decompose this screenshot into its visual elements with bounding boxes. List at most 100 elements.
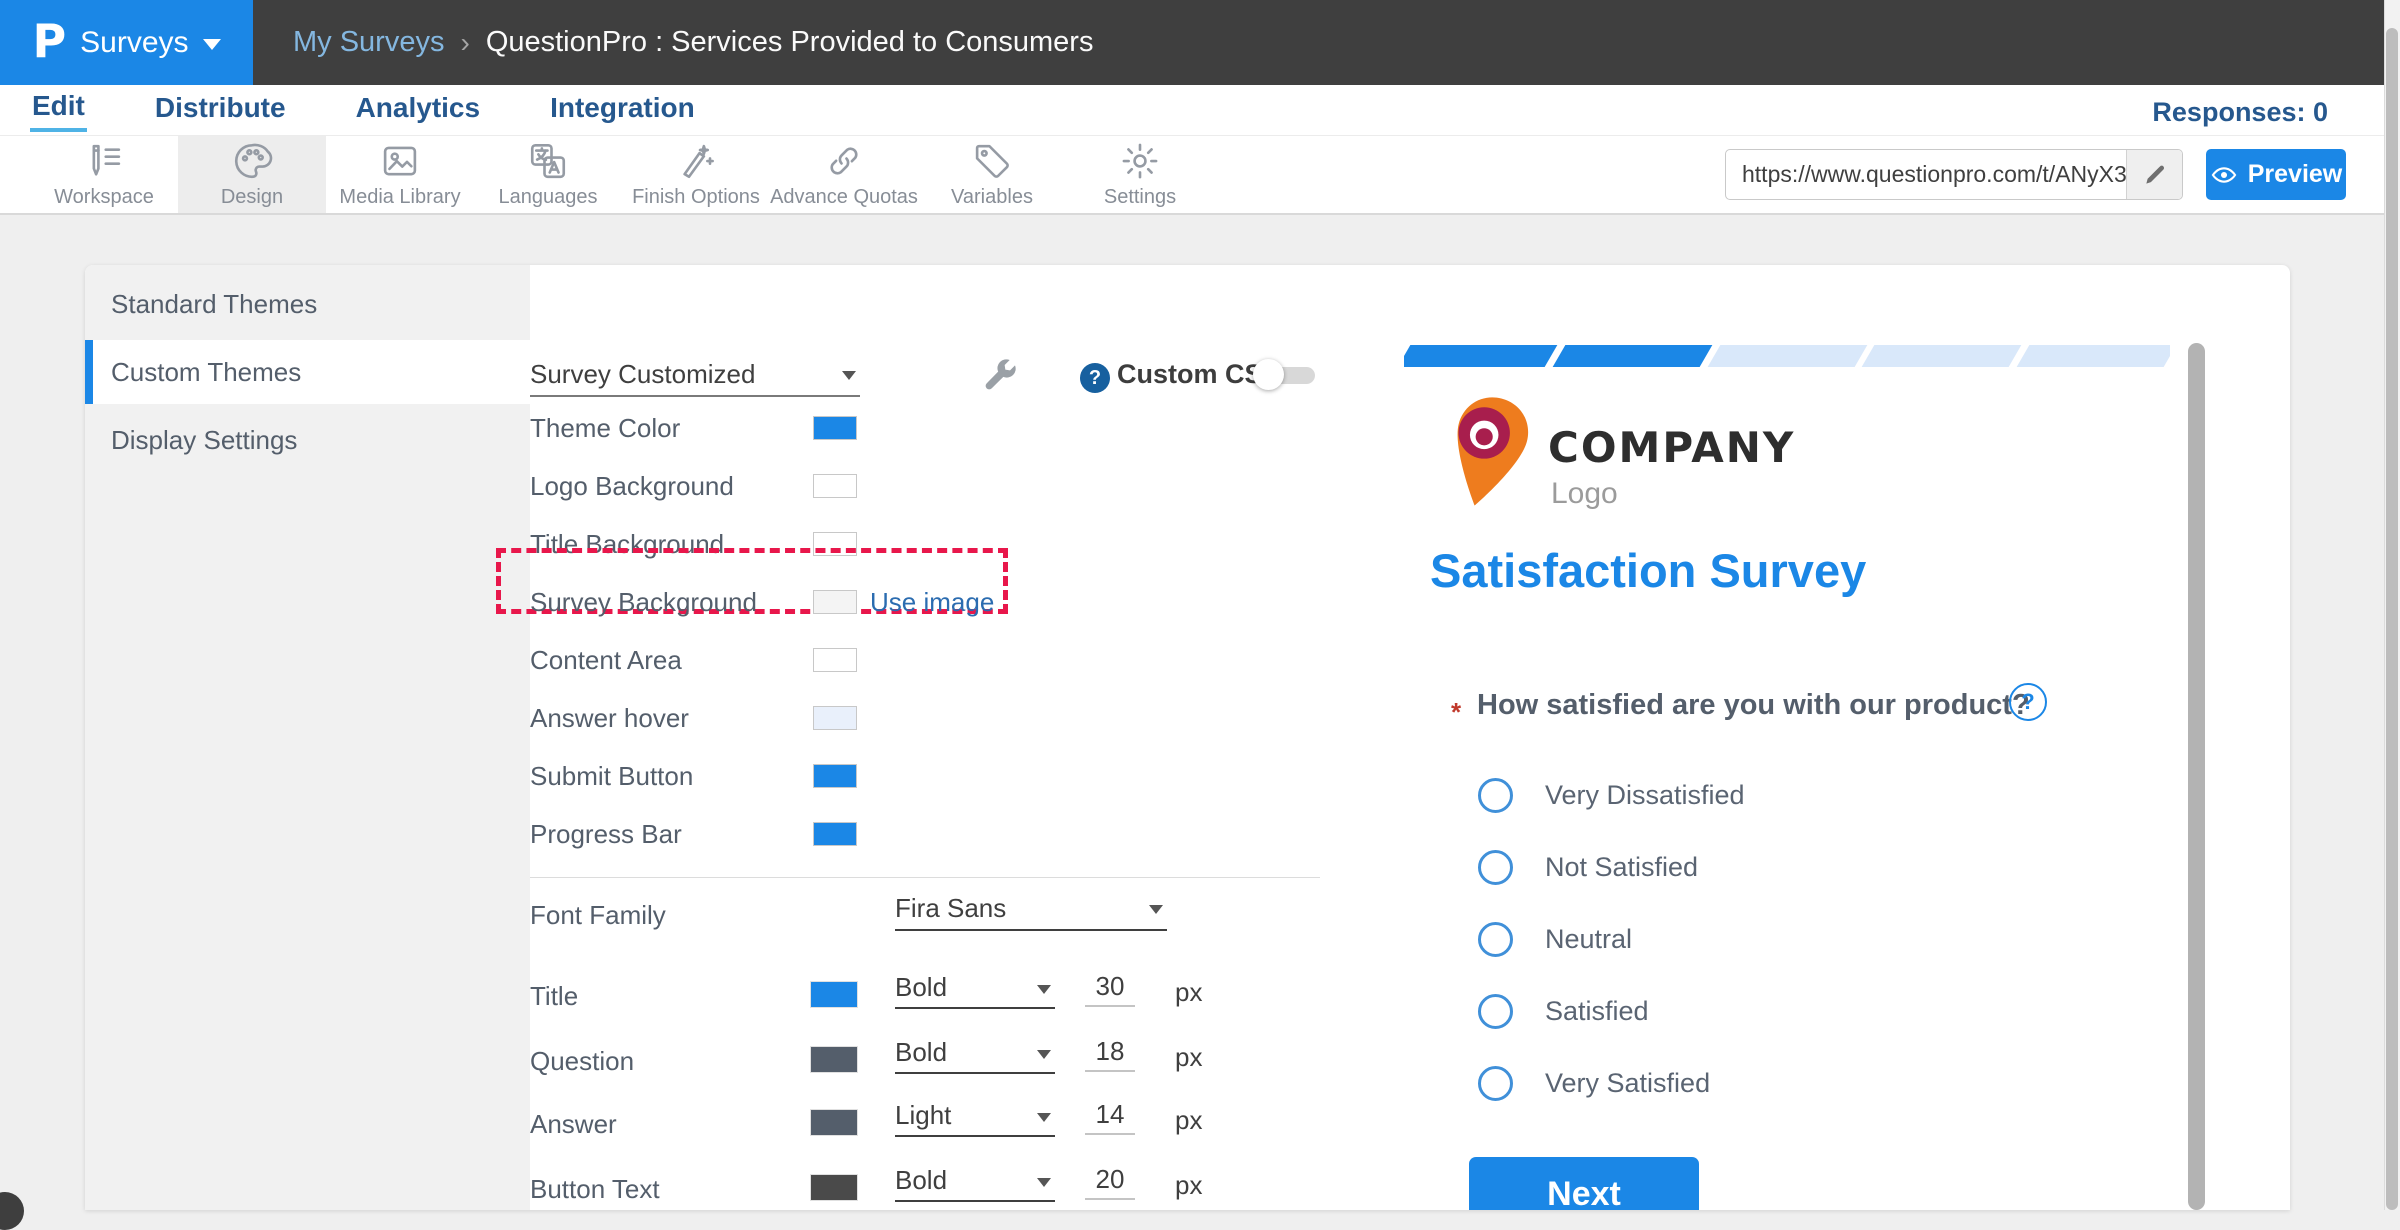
- toolbar-item-design[interactable]: Design: [178, 136, 326, 213]
- row-label-theme-color: Theme Color: [530, 413, 680, 443]
- option-label[interactable]: Satisfied: [1545, 995, 1649, 1027]
- chevron-down-icon: [842, 371, 856, 380]
- question-size-input[interactable]: [1085, 1032, 1135, 1072]
- wrench-icon[interactable]: [980, 355, 1020, 395]
- button-text-size-input[interactable]: [1085, 1160, 1135, 1200]
- radio-neutral[interactable]: [1478, 922, 1513, 957]
- font-family-label: Font Family: [530, 900, 666, 931]
- radio-very-dissatisfied[interactable]: [1478, 778, 1513, 813]
- workspace-icon: [83, 140, 125, 182]
- answer-color-swatch[interactable]: [810, 1109, 858, 1136]
- progress-bar-swatch[interactable]: [813, 822, 857, 846]
- chevron-down-icon: [203, 39, 221, 50]
- button-text-color-swatch[interactable]: [810, 1174, 858, 1201]
- chevron-down-icon: [1037, 1178, 1051, 1187]
- tab-analytics[interactable]: Analytics: [354, 90, 483, 130]
- progress-segment: [2017, 345, 2170, 367]
- theme-select-value: Survey Customized: [530, 359, 755, 390]
- edit-url-button[interactable]: [2126, 150, 2182, 199]
- option-label[interactable]: Neutral: [1545, 923, 1632, 955]
- toolbar-item-variables[interactable]: Variables: [918, 136, 1066, 213]
- title-size-input[interactable]: [1085, 967, 1135, 1007]
- toolbar-item-workspace[interactable]: Workspace: [30, 136, 178, 213]
- company-logo-text: COMPANY: [1548, 423, 1795, 472]
- use-image-link[interactable]: Use image: [870, 587, 994, 617]
- toolbar-label: Workspace: [54, 186, 154, 209]
- required-asterisk: *: [1451, 697, 1461, 728]
- toolbar-label: Media Library: [339, 186, 460, 209]
- custom-css-toggle[interactable]: [1253, 359, 1315, 391]
- translate-icon: [527, 140, 569, 182]
- page-scrollbar-thumb[interactable]: [2386, 28, 2398, 1210]
- chevron-down-icon: [1149, 905, 1163, 914]
- row-label-button-text: Button Text: [530, 1174, 660, 1204]
- design-toolbar: Workspace Design Media Library Languag: [0, 136, 2400, 215]
- submit-button-swatch[interactable]: [813, 764, 857, 788]
- company-logo-subtext: Logo: [1551, 477, 1618, 511]
- breadcrumb-separator-icon: ›: [460, 27, 469, 59]
- radio-very-satisfied[interactable]: [1478, 1066, 1513, 1101]
- magic-wand-icon: [675, 140, 717, 182]
- logo-background-swatch[interactable]: [813, 474, 857, 498]
- tab-integration[interactable]: Integration: [548, 90, 697, 130]
- chat-widget-partial[interactable]: [0, 1192, 24, 1230]
- gear-icon: [1119, 140, 1161, 182]
- toolbar-item-finish-options[interactable]: Finish Options: [622, 136, 770, 213]
- progress-segment: [1552, 345, 1711, 367]
- survey-url-input[interactable]: [1726, 150, 2126, 199]
- breadcrumb-my-surveys[interactable]: My Surveys: [293, 26, 444, 59]
- theme-help-icon[interactable]: ?: [1080, 363, 1110, 393]
- option-label[interactable]: Not Satisfied: [1545, 851, 1698, 883]
- sidebar-item-display-settings[interactable]: Display Settings: [85, 408, 530, 472]
- sidebar-item-custom-themes[interactable]: Custom Themes: [85, 340, 530, 404]
- radio-not-satisfied[interactable]: [1478, 850, 1513, 885]
- theme-color-swatch[interactable]: [813, 416, 857, 440]
- row-label-title: Title: [530, 981, 578, 1011]
- button-text-weight-select[interactable]: Bold: [895, 1160, 1055, 1202]
- radio-satisfied[interactable]: [1478, 994, 1513, 1029]
- title-weight-select[interactable]: Bold: [895, 967, 1055, 1009]
- survey-progress-bar: [1404, 345, 2170, 367]
- toolbar-label: Advance Quotas: [770, 186, 918, 209]
- progress-segment: [1707, 345, 1866, 367]
- answer-hover-swatch[interactable]: [813, 706, 857, 730]
- answer-weight-select[interactable]: Light: [895, 1095, 1055, 1137]
- preview-button[interactable]: Preview: [2206, 149, 2346, 200]
- preview-button-label: Preview: [2248, 160, 2343, 189]
- breadcrumb-current-survey: QuestionPro : Services Provided to Consu…: [486, 26, 1094, 59]
- content-area-swatch[interactable]: [813, 648, 857, 672]
- tab-edit[interactable]: Edit: [30, 88, 87, 132]
- row-label-question: Question: [530, 1046, 634, 1076]
- question-color-swatch[interactable]: [810, 1046, 858, 1073]
- question-weight-select[interactable]: Bold: [895, 1032, 1055, 1074]
- chevron-down-icon: [1037, 1113, 1051, 1122]
- font-family-value: Fira Sans: [895, 893, 1006, 924]
- toolbar-item-settings[interactable]: Settings: [1066, 136, 1214, 213]
- font-family-select[interactable]: Fira Sans: [895, 887, 1167, 931]
- title-color-swatch[interactable]: [810, 981, 858, 1008]
- questionpro-logo-icon: P: [32, 14, 66, 68]
- next-button[interactable]: Next: [1469, 1157, 1699, 1210]
- toolbar-label: Languages: [499, 186, 598, 209]
- answer-size-input[interactable]: [1085, 1095, 1135, 1135]
- option-label[interactable]: Very Satisfied: [1545, 1067, 1710, 1099]
- preview-scrollbar-thumb[interactable]: [2188, 343, 2205, 1210]
- question-help-icon[interactable]: ?: [2009, 683, 2047, 721]
- option-label[interactable]: Very Dissatisfied: [1545, 779, 1745, 811]
- responses-count[interactable]: Responses: 0: [2152, 97, 2328, 128]
- question-text: How satisfied are you with our product?: [1477, 689, 2030, 722]
- survey-background-swatch[interactable]: [813, 590, 857, 614]
- progress-segment: [1862, 345, 2021, 367]
- row-label-submit-button: Submit Button: [530, 761, 693, 791]
- product-switcher[interactable]: P Surveys: [0, 0, 253, 85]
- row-label-answer-hover: Answer hover: [530, 703, 689, 733]
- sidebar-item-standard-themes[interactable]: Standard Themes: [85, 272, 530, 336]
- help-glyph: ?: [2021, 689, 2034, 715]
- toolbar-item-advance-quotas[interactable]: Advance Quotas: [770, 136, 918, 213]
- theme-select[interactable]: Survey Customized: [530, 353, 860, 397]
- tab-distribute[interactable]: Distribute: [153, 90, 288, 130]
- toolbar-label: Finish Options: [632, 186, 760, 209]
- row-label-content-area: Content Area: [530, 645, 682, 675]
- toolbar-item-languages[interactable]: Languages: [474, 136, 622, 213]
- toolbar-item-media-library[interactable]: Media Library: [326, 136, 474, 213]
